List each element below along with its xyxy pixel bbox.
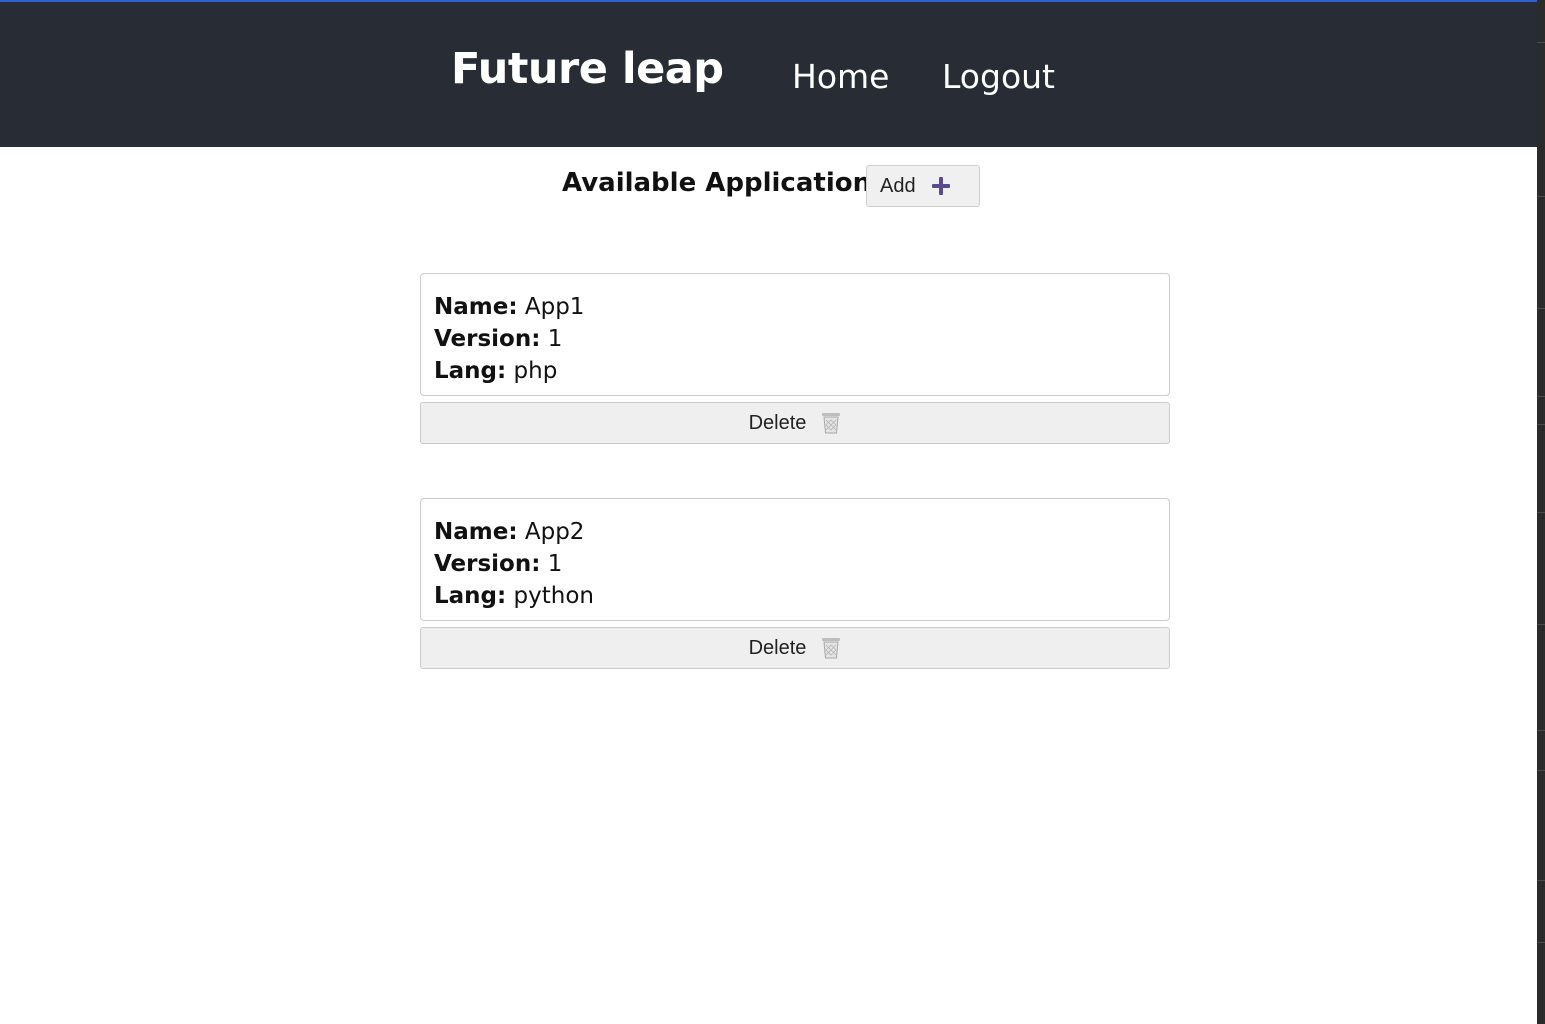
plus-icon (931, 176, 951, 196)
app-version-row: Version: 1 (434, 323, 1169, 355)
page: Future leap Home Logout Available Applic… (0, 0, 1545, 1024)
delete-button-label: Delete (748, 411, 807, 434)
app-lang-row: Lang: php (434, 355, 1169, 387)
delete-app-button[interactable]: Delete (420, 402, 1170, 444)
window-edge-strip (1537, 0, 1545, 1024)
delete-button-label: Delete (748, 636, 807, 659)
version-label: Version: (434, 326, 541, 352)
nav-logout-link[interactable]: Logout (942, 57, 1055, 96)
app-name-row: Name: App1 (434, 291, 1169, 323)
add-application-button[interactable]: Add (866, 165, 980, 207)
app-version-row: Version: 1 (434, 548, 1169, 580)
app-lang-value: php (513, 358, 558, 384)
delete-app-button[interactable]: Delete (420, 627, 1170, 669)
app-lang-value: python (513, 583, 594, 609)
name-label: Name: (434, 294, 518, 320)
app-version-value: 1 (547, 551, 563, 577)
page-title: Available Applications (562, 168, 887, 198)
app-header: Future leap Home Logout (0, 2, 1537, 147)
version-label: Version: (434, 551, 541, 577)
trash-icon (822, 638, 841, 659)
app-name-value: App2 (524, 519, 585, 545)
name-label: Name: (434, 519, 518, 545)
app-name-row: Name: App2 (434, 516, 1169, 548)
add-button-label: Add (880, 174, 916, 197)
brand-title: Future leap (451, 44, 724, 94)
app-name-value: App1 (524, 294, 585, 320)
application-card: Name: App1 Version: 1 Lang: php (420, 273, 1170, 396)
application-card: Name: App2 Version: 1 Lang: python (420, 498, 1170, 621)
trash-icon (822, 413, 841, 434)
app-version-value: 1 (547, 326, 563, 352)
lang-label: Lang: (434, 583, 507, 609)
nav-home-link[interactable]: Home (792, 57, 889, 96)
applications-header: Available Applications Add (0, 165, 1537, 207)
app-lang-row: Lang: python (434, 580, 1169, 612)
lang-label: Lang: (434, 358, 507, 384)
